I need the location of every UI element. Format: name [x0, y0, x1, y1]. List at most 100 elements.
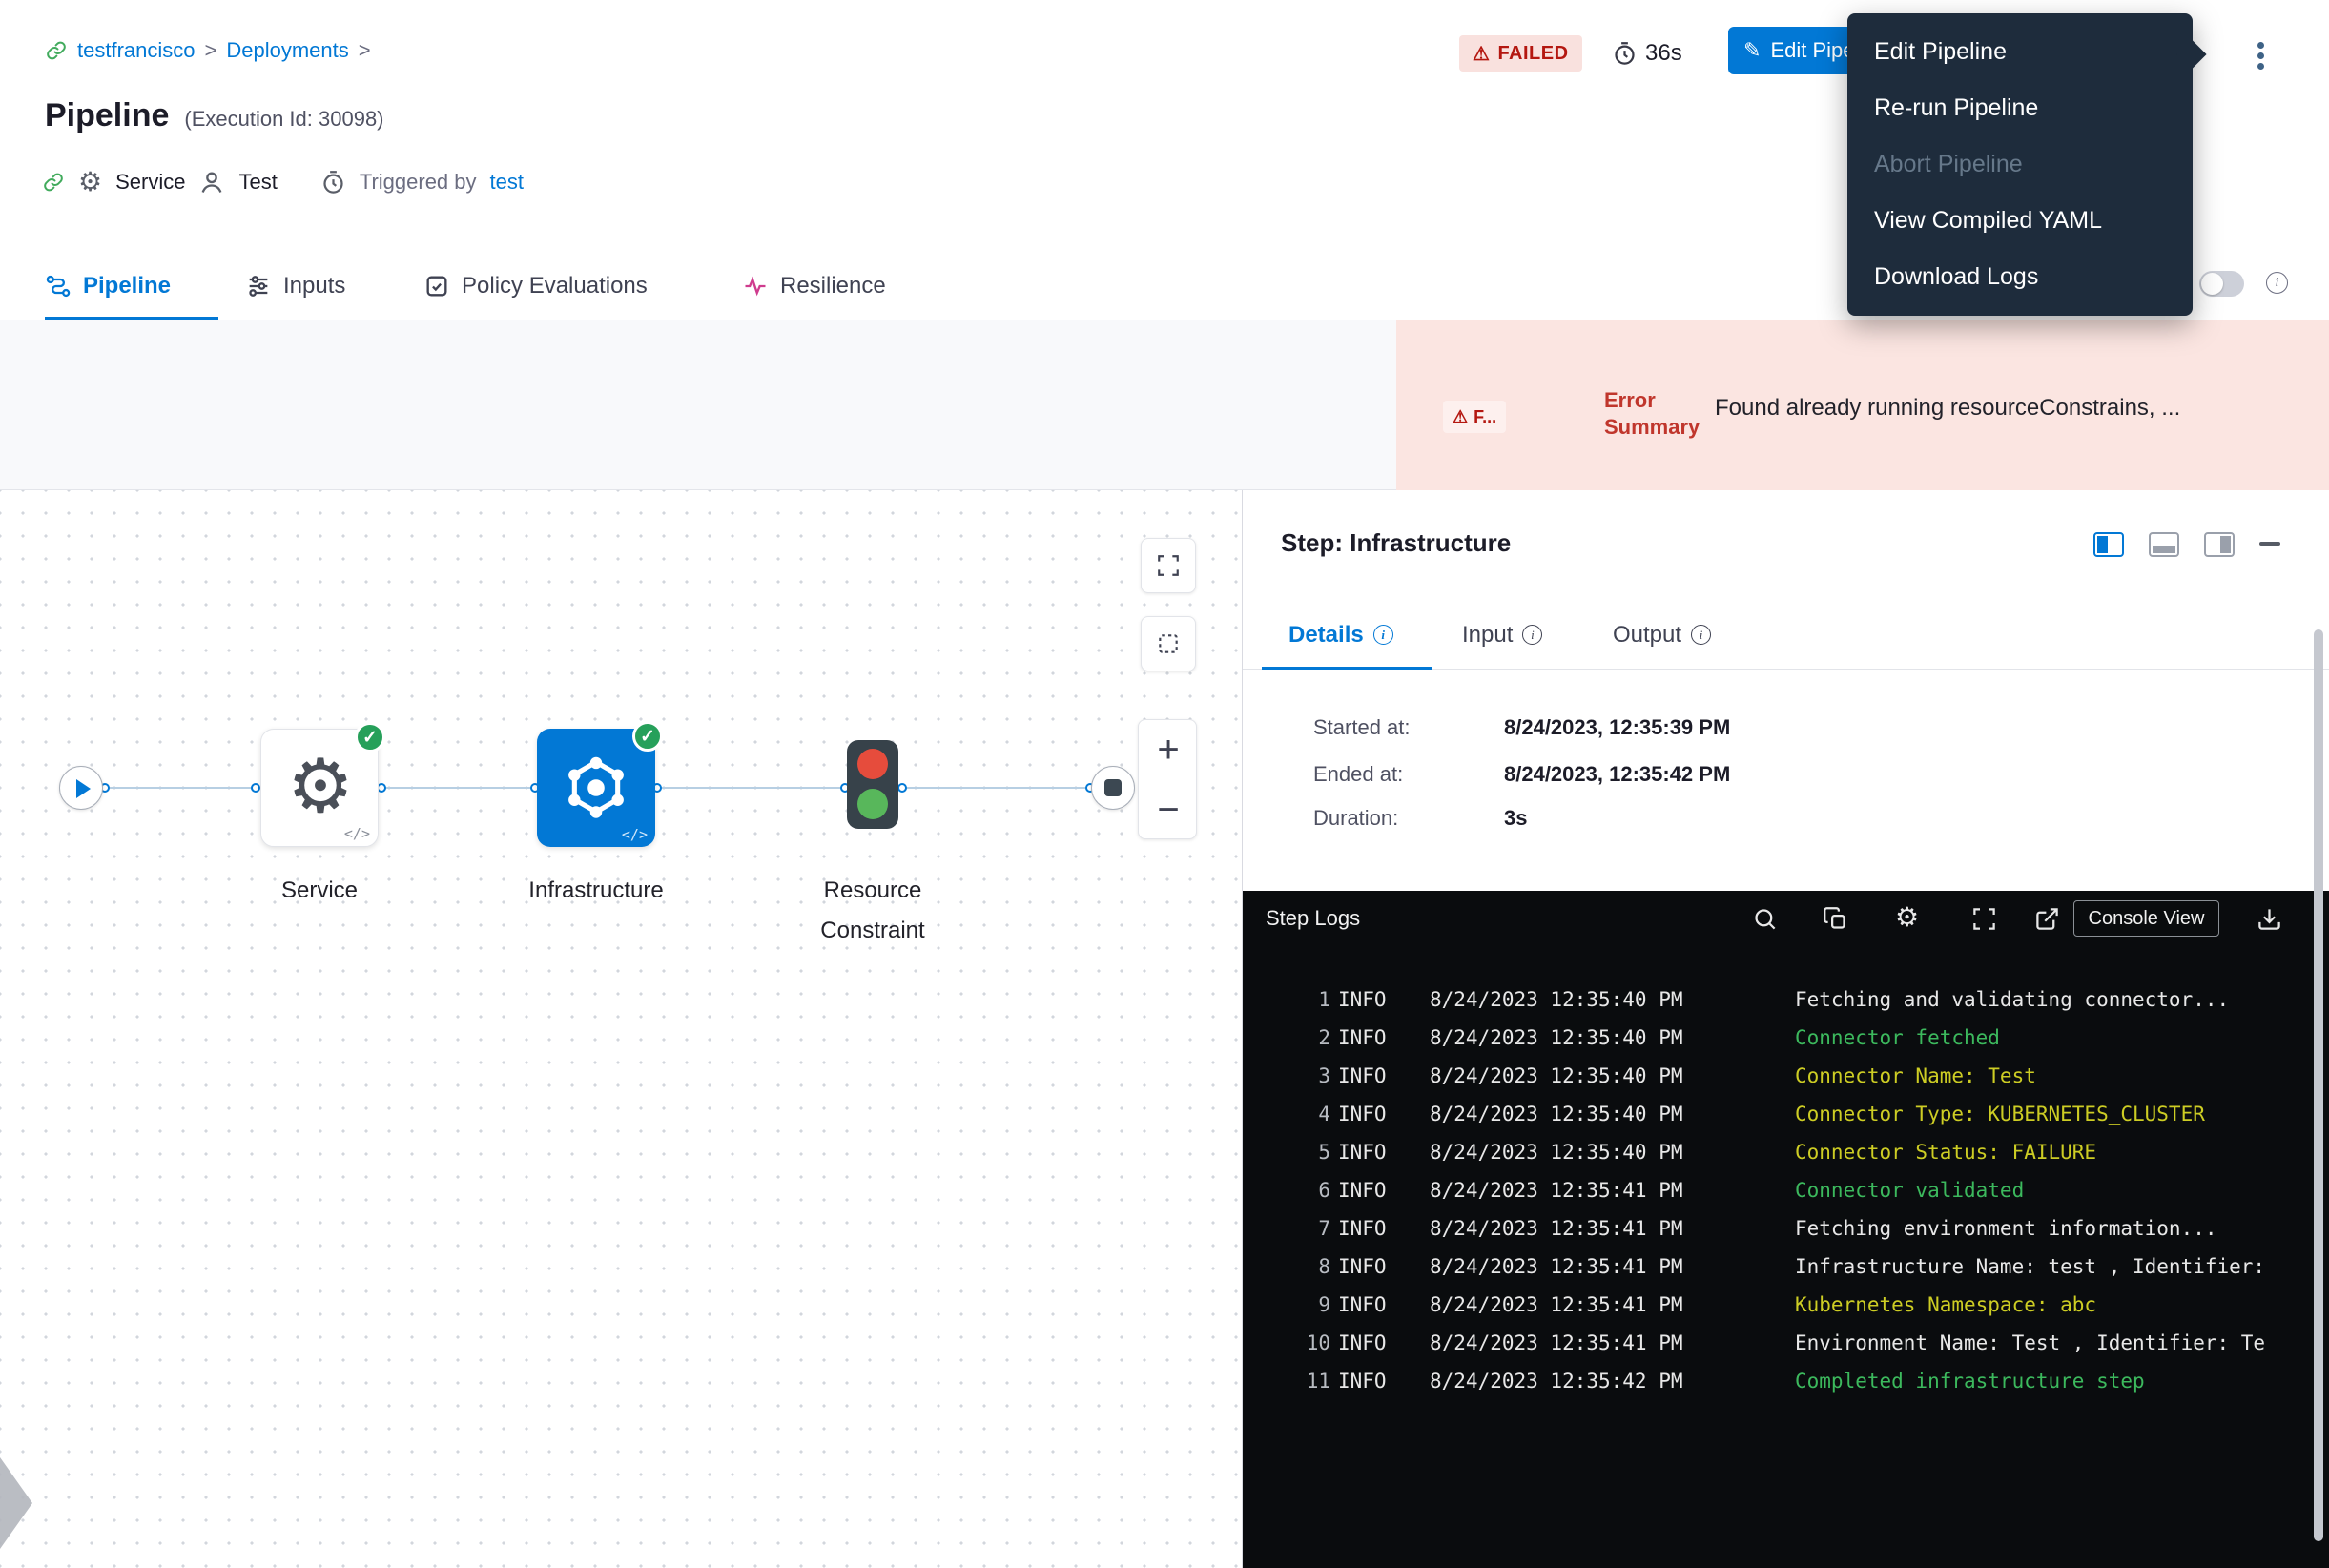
copy-icon[interactable]	[1823, 906, 1848, 932]
step-logs-title: Step Logs	[1266, 906, 1360, 931]
pipeline-options-menu: Edit Pipeline Re-run Pipeline Abort Pipe…	[1847, 13, 2193, 316]
node-label-resource-constraint: Resource Constraint	[796, 871, 949, 951]
execution-id: (Execution Id: 30098)	[184, 107, 383, 132]
download-icon[interactable]	[2257, 906, 2282, 932]
status-badge: ⚠ FAILED	[1459, 35, 1582, 72]
minimize-panel-icon[interactable]	[2259, 542, 2280, 546]
edge-line	[105, 787, 256, 789]
node-label-service: Service	[234, 871, 405, 911]
pencil-icon: ✎	[1743, 38, 1761, 63]
pipeline-canvas[interactable]: ⚙ ✓ </> Service ✓ </> Infrastructure Res…	[0, 490, 1242, 1568]
more-options-kebab-icon[interactable]	[2243, 34, 2277, 76]
menu-item-download-logs[interactable]: Download Logs	[1847, 249, 2193, 305]
failed-badge-small: ⚠ F...	[1443, 401, 1506, 433]
warning-icon: ⚠	[1473, 42, 1490, 66]
meta-row: ⚙ Service Test Triggered by test	[42, 168, 524, 196]
inputs-icon	[245, 273, 272, 299]
search-icon[interactable]	[1752, 906, 1778, 932]
layout-split-bottom-icon[interactable]	[2149, 532, 2179, 557]
user-icon	[198, 169, 225, 196]
step-details-panel: Step: Infrastructure Detailsi Inputi Out…	[1242, 490, 2329, 1568]
environment-name: Test	[238, 170, 277, 195]
triggered-by-label: Triggered by	[360, 170, 477, 195]
link-icon	[45, 39, 68, 62]
duration-indicator: 36s	[1612, 40, 1682, 67]
edge-line	[381, 787, 535, 789]
marquee-select-button[interactable]	[1141, 616, 1196, 671]
edge-line	[902, 787, 1090, 789]
step-panel-title: Step: Infrastructure	[1281, 528, 1511, 558]
title-row: Pipeline (Execution Id: 30098)	[45, 97, 384, 134]
external-link-icon[interactable]	[2034, 906, 2060, 932]
zoom-controls: + −	[1138, 719, 1197, 839]
log-line: 8INFO8/24/2023 12:35:41 PMInfrastructure…	[1243, 1248, 2329, 1286]
gear-icon: ⚙	[261, 743, 380, 829]
gear-icon: ⚙	[78, 169, 102, 196]
log-line: 7INFO8/24/2023 12:35:41 PMFetching envir…	[1243, 1209, 2329, 1248]
success-check-icon: ✓	[355, 722, 385, 753]
code-icon: </>	[344, 825, 370, 842]
log-line: 11INFO8/24/2023 12:35:42 PMCompleted inf…	[1243, 1362, 2329, 1400]
log-lines: 1INFO8/24/2023 12:35:40 PMFetching and v…	[1243, 946, 2329, 1400]
error-summary-zone: ⚠ F... Error Summary Found already runni…	[1396, 320, 2329, 490]
step-tab-details[interactable]: Detailsi	[1288, 601, 1393, 669]
active-tab-underline	[45, 317, 218, 320]
console-view-button[interactable]: Console View	[2073, 900, 2219, 937]
log-line: 5INFO8/24/2023 12:35:40 PMConnector Stat…	[1243, 1133, 2329, 1171]
clock-icon	[1612, 41, 1638, 67]
tab-policy-evaluations[interactable]: Policy Evaluations	[423, 253, 648, 320]
warning-icon: ⚠	[1453, 407, 1468, 427]
vertical-scrollbar[interactable]	[2314, 629, 2323, 1541]
fullscreen-icon[interactable]	[1971, 906, 1997, 932]
node-resource-constraint-traffic-light-icon[interactable]	[847, 740, 898, 829]
info-icon[interactable]: i	[2266, 272, 2288, 294]
breadcrumb-separator: >	[205, 38, 217, 63]
trigger-clock-icon	[320, 170, 346, 196]
link-icon	[42, 171, 65, 194]
end-node-stop-icon[interactable]	[1091, 766, 1135, 810]
triggered-by-user[interactable]: test	[490, 170, 524, 195]
log-line: 3INFO8/24/2023 12:35:40 PMConnector Name…	[1243, 1057, 2329, 1095]
info-icon[interactable]: i	[1522, 625, 1542, 645]
page-title: Pipeline	[45, 97, 169, 134]
fit-to-screen-button[interactable]	[1141, 538, 1196, 593]
start-node-play-icon[interactable]	[59, 766, 103, 810]
node-infrastructure[interactable]: ✓ </>	[537, 729, 655, 847]
layout-split-left-icon[interactable]	[2093, 532, 2124, 557]
error-summary-text: Found already running resourceConstrains…	[1715, 395, 2287, 422]
tab-inputs[interactable]: Inputs	[245, 253, 345, 320]
zoom-in-button[interactable]: +	[1139, 720, 1198, 780]
step-logs-header: Step Logs ⚙ Console View	[1243, 891, 2329, 946]
service-name: Service	[115, 170, 185, 195]
menu-item-abort-pipeline: Abort Pipeline	[1847, 136, 2193, 193]
edge-dot	[251, 783, 260, 793]
node-service[interactable]: ⚙ ✓ </>	[260, 729, 379, 847]
policy-icon	[423, 273, 450, 299]
menu-item-rerun-pipeline[interactable]: Re-run Pipeline	[1847, 80, 2193, 136]
log-settings-gear-icon[interactable]: ⚙	[1895, 901, 1919, 933]
zoom-out-button[interactable]: −	[1139, 780, 1198, 840]
step-tab-input[interactable]: Inputi	[1462, 601, 1542, 669]
step-tab-output[interactable]: Outputi	[1613, 601, 1711, 669]
layout-split-right-icon[interactable]	[2204, 532, 2235, 557]
tab-resilience[interactable]: Resilience	[742, 253, 886, 320]
breadcrumb-deployments[interactable]: Deployments	[226, 38, 348, 63]
breadcrumb-separator: >	[359, 38, 371, 63]
expand-left-panel-handle[interactable]	[0, 1457, 32, 1549]
menu-item-edit-pipeline[interactable]: Edit Pipeline	[1847, 24, 2193, 80]
log-line: 10INFO8/24/2023 12:35:41 PMEnvironment N…	[1243, 1324, 2329, 1362]
log-line: 9INFO8/24/2023 12:35:41 PMKubernetes Nam…	[1243, 1286, 2329, 1324]
log-line: 6INFO8/24/2023 12:35:41 PMConnector vali…	[1243, 1171, 2329, 1209]
info-icon[interactable]: i	[1373, 625, 1393, 645]
tab-pipeline[interactable]: Pipeline	[45, 253, 171, 320]
menu-item-view-compiled-yaml[interactable]: View Compiled YAML	[1847, 193, 2193, 249]
view-toggle[interactable]	[2199, 271, 2244, 297]
breadcrumb-project[interactable]: testfrancisco	[77, 38, 196, 63]
resilience-icon	[742, 273, 769, 299]
edge-dot	[897, 783, 907, 793]
log-line: 1INFO8/24/2023 12:35:40 PMFetching and v…	[1243, 980, 2329, 1019]
marquee-icon	[1156, 631, 1181, 656]
node-label-infrastructure: Infrastructure	[510, 871, 682, 911]
info-icon[interactable]: i	[1691, 625, 1711, 645]
stage-summary-bar: deploy Started at: 8/24/2023, 12:35:11 P…	[0, 320, 2329, 490]
